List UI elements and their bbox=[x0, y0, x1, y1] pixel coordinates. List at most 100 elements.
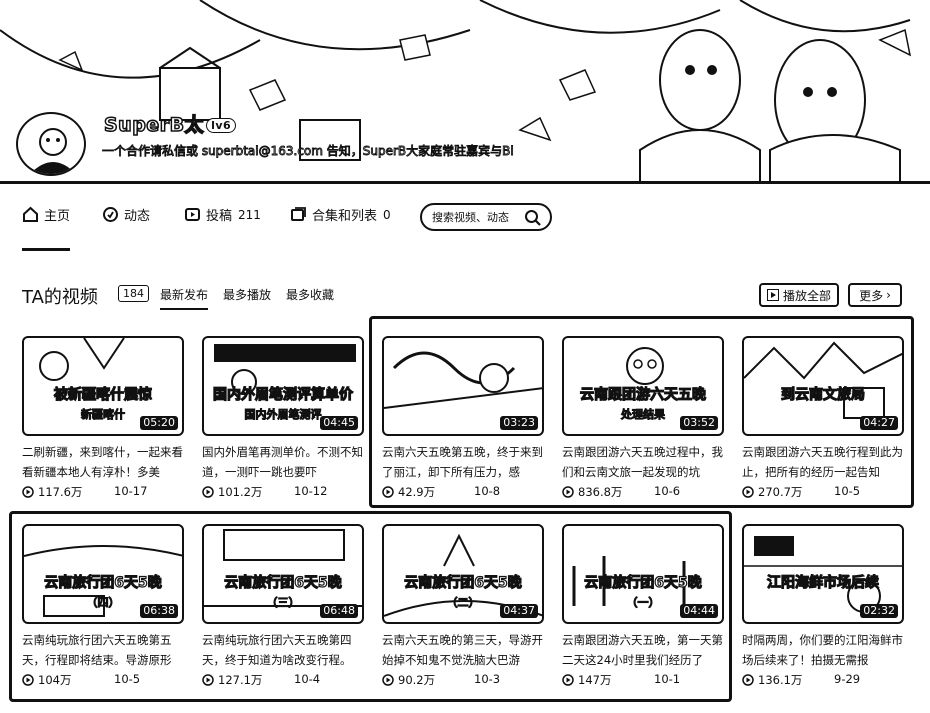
video-duration: 05:20 bbox=[140, 416, 178, 430]
video-section-header: TA的视频 184 最新发布 最多播放 最多收藏 播放全部 更多 › bbox=[0, 276, 930, 316]
play-count-icon bbox=[202, 486, 214, 498]
view-count: 270.7万 bbox=[758, 485, 803, 499]
home-icon bbox=[22, 206, 39, 223]
nav-tab-count: 211 bbox=[238, 207, 261, 222]
video-card[interactable]: 云南旅行团6天5晚 （四） 06:38 云南纯玩旅行团六天五晚第五天，行程即将结束。导… bbox=[22, 524, 184, 694]
video-card[interactable]: 到云南文旅局 04:27 云南跟团游六天五晚行程到此为止，把所有的经历一起告知 270… bbox=[742, 336, 904, 506]
video-title[interactable]: 时隔两周，你们要的江阳海鲜市场后续来了！拍摄无需报 bbox=[742, 630, 906, 670]
publish-date: 10-17 bbox=[114, 484, 148, 498]
video-thumbnail[interactable]: 江阳海鲜市场后续 02:32 bbox=[742, 524, 904, 624]
video-meta: 136.1万 9-29 bbox=[742, 672, 860, 688]
video-thumbnail[interactable]: 云南旅行团6天5晚 （二） 04:37 bbox=[382, 524, 544, 624]
play-count-icon bbox=[742, 674, 754, 686]
publish-date: 10-1 bbox=[654, 672, 681, 686]
avatar-image bbox=[30, 128, 76, 174]
video-title[interactable]: 云南纯玩旅行团六天五晚第四天，终于知道为啥改变行程。 bbox=[202, 630, 366, 670]
sort-tab-latest[interactable]: 最新发布 bbox=[160, 286, 208, 303]
video-thumbnail[interactable]: 到云南文旅局 04:27 bbox=[742, 336, 904, 436]
video-duration: 03:52 bbox=[680, 416, 718, 430]
video-thumbnail[interactable]: 国内外眉笔测评算单价 国内外眉笔测评 04:45 bbox=[202, 336, 364, 436]
thumbnail-caption: 云南跟团游六天五晚 bbox=[579, 386, 706, 403]
publish-date: 10-6 bbox=[654, 484, 681, 498]
video-title[interactable]: 云南纯玩旅行团六天五晚第五天，行程即将结束。导游原形 bbox=[22, 630, 186, 670]
search-icon[interactable] bbox=[524, 209, 542, 231]
username-text: SuperB太 bbox=[103, 113, 205, 137]
publish-date: 10-5 bbox=[114, 672, 141, 686]
more-button[interactable]: 更多 › bbox=[848, 283, 902, 307]
video-thumbnail[interactable]: 03:23 bbox=[382, 336, 544, 436]
view-count: 147万 bbox=[578, 673, 612, 687]
video-thumbnail[interactable]: 云南旅行团6天5晚 （四） 06:38 bbox=[22, 524, 184, 624]
thumbnail-caption: 江阳海鲜市场后续 bbox=[766, 574, 879, 591]
play-count-icon bbox=[22, 674, 34, 686]
video-meta: 101.2万 10-12 bbox=[202, 484, 327, 500]
search-input[interactable] bbox=[432, 210, 524, 224]
video-card[interactable]: 03:23 云南六天五晚第五晚，终于来到了丽江，卸下所有压力，感 42.9万 10-8 bbox=[382, 336, 544, 506]
nav-tab-count: 0 bbox=[383, 207, 391, 222]
sort-tab-most-played[interactable]: 最多播放 bbox=[223, 286, 271, 303]
username: SuperB太 lv6 bbox=[103, 110, 237, 137]
publish-date: 10-5 bbox=[834, 484, 861, 498]
video-thumbnail[interactable]: 云南旅行团6天5晚 （一） 04:44 bbox=[562, 524, 724, 624]
video-count-badge: 184 bbox=[118, 285, 149, 302]
video-meta: 90.2万 10-3 bbox=[382, 672, 500, 688]
collection-icon bbox=[290, 206, 307, 223]
video-duration: 04:44 bbox=[680, 604, 718, 618]
thumbnail-caption: 云南旅行团6天5晚 bbox=[44, 574, 163, 591]
video-card[interactable]: 云南旅行团6天5晚 （三） 06:48 云南纯玩旅行团六天五晚第四天，终于知道为啥改变… bbox=[202, 524, 364, 694]
view-count: 90.2万 bbox=[398, 673, 436, 687]
video-duration: 02:32 bbox=[860, 604, 898, 618]
play-count-icon bbox=[742, 486, 754, 498]
video-thumbnail[interactable]: 云南旅行团6天5晚 （三） 06:48 bbox=[202, 524, 364, 624]
publish-date: 10-12 bbox=[294, 484, 328, 498]
view-count: 836.8万 bbox=[578, 485, 623, 499]
video-title[interactable]: 国内外眉笔再测单价。不测不知道，一测吓一跳也要吓 bbox=[202, 442, 366, 482]
profile-bio: 一个合作请私信或 superbtai@163.com 告知，SuperB大家庭常… bbox=[102, 144, 515, 159]
video-card[interactable]: 被新疆喀什震惊 新疆喀什 05:20 二刷新疆，来到喀什，一起来看看新疆本地人有淳朴！… bbox=[22, 336, 184, 506]
play-count-icon bbox=[382, 674, 394, 686]
video-card[interactable]: 云南跟团游六天五晚 处理结果 03:52 云南跟团游六天五晚过程中，我们和云南文旅一起… bbox=[562, 336, 724, 506]
more-label: 更多 bbox=[859, 288, 884, 303]
video-duration: 06:38 bbox=[140, 604, 178, 618]
video-title[interactable]: 云南跟团游六天五晚过程中，我们和云南文旅一起发现的坑 bbox=[562, 442, 726, 482]
nav-tab-activity[interactable]: 动态 bbox=[102, 205, 150, 224]
view-count: 42.9万 bbox=[398, 485, 436, 499]
search-box bbox=[420, 203, 552, 231]
video-duration: 06:48 bbox=[320, 604, 358, 618]
play-count-icon bbox=[202, 674, 214, 686]
play-icon bbox=[766, 289, 779, 301]
chevron-right-icon: › bbox=[886, 288, 891, 302]
video-title[interactable]: 云南跟团游六天五晚，第一天第二天这24小时里我们经历了 bbox=[562, 630, 726, 670]
video-card[interactable]: 云南旅行团6天5晚 （二） 04:37 云南六天五晚的第三天，导游开始掉不知鬼不觉洗脑… bbox=[382, 524, 544, 694]
view-count: 104万 bbox=[38, 673, 72, 687]
video-title[interactable]: 云南六天五晚的第三天，导游开始掉不知鬼不觉洗脑大巴游 bbox=[382, 630, 546, 670]
video-duration: 04:45 bbox=[320, 416, 358, 430]
upload-icon bbox=[184, 206, 201, 223]
view-count: 101.2万 bbox=[218, 485, 263, 499]
nav-tab-collections[interactable]: 合集和列表 0 bbox=[290, 205, 391, 224]
avatar[interactable] bbox=[16, 112, 86, 176]
publish-date: 10-4 bbox=[294, 672, 321, 686]
video-thumbnail[interactable]: 云南跟团游六天五晚 处理结果 03:52 bbox=[562, 336, 724, 436]
nav-tab-home[interactable]: 主页 bbox=[22, 205, 70, 224]
nav-tab-label: 投稿 bbox=[206, 209, 233, 224]
nav-tab-uploads[interactable]: 投稿 211 bbox=[184, 205, 261, 224]
video-title[interactable]: 二刷新疆，来到喀什，一起来看看新疆本地人有淳朴！多美 bbox=[22, 442, 186, 482]
video-title[interactable]: 云南六天五晚第五晚，终于来到了丽江，卸下所有压力，感 bbox=[382, 442, 546, 482]
play-all-button[interactable]: 播放全部 bbox=[759, 283, 839, 307]
video-meta: 117.6万 10-17 bbox=[22, 484, 147, 500]
activity-icon bbox=[102, 206, 119, 223]
video-card[interactable]: 江阳海鲜市场后续 02:32 时隔两周，你们要的江阳海鲜市场后续来了！拍摄无需报 13… bbox=[742, 524, 904, 694]
video-duration: 04:27 bbox=[860, 416, 898, 430]
sort-active-indicator bbox=[160, 308, 208, 310]
video-card[interactable]: 国内外眉笔测评算单价 国内外眉笔测评 04:45 国内外眉笔再测单价。不测不知道，一测… bbox=[202, 336, 364, 506]
video-title[interactable]: 云南跟团游六天五晚行程到此为止，把所有的经历一起告知 bbox=[742, 442, 906, 482]
video-thumbnail[interactable]: 被新疆喀什震惊 新疆喀什 05:20 bbox=[22, 336, 184, 436]
thumbnail-caption: 到云南文旅局 bbox=[780, 386, 865, 403]
sort-tab-most-favorited[interactable]: 最多收藏 bbox=[286, 286, 334, 303]
thumbnail-caption: 国内外眉笔测评算单价 bbox=[212, 386, 353, 403]
video-card[interactable]: 云南旅行团6天5晚 （一） 04:44 云南跟团游六天五晚，第一天第二天这24小时里我… bbox=[562, 524, 724, 694]
view-count: 136.1万 bbox=[758, 673, 803, 687]
profile-banner: SuperB太 lv6 一个合作请私信或 superbtai@163.com 告知… bbox=[0, 0, 930, 184]
video-meta: 42.9万 10-8 bbox=[382, 484, 500, 500]
